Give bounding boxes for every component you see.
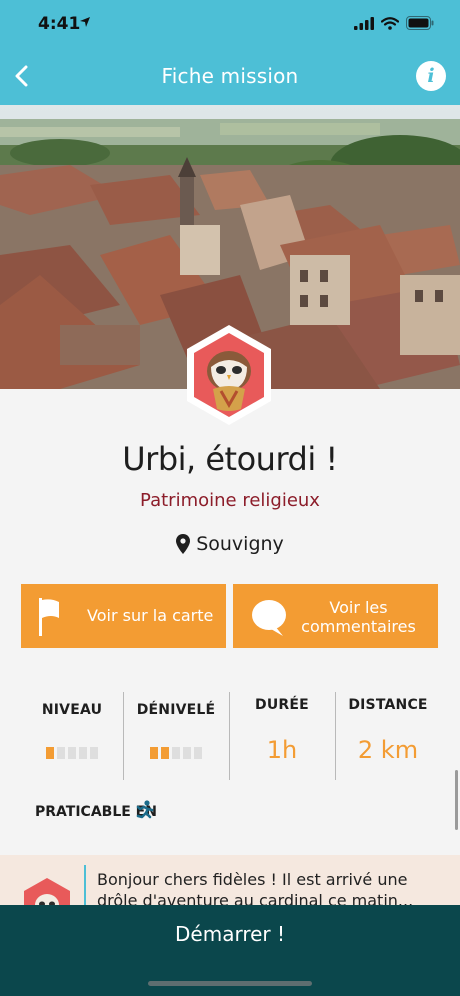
rating-dot-empty bbox=[172, 747, 180, 759]
nav-bar: Fiche mission i bbox=[0, 50, 460, 105]
message-card: Bonjour chers fidèles ! Il est arrivé un… bbox=[0, 855, 460, 905]
stat-elevation: DÉNIVELÉ bbox=[126, 690, 226, 782]
stats-panel: NIVEAU DÉNIVELÉ DURÉE 1h DISTANCE 2 km bbox=[22, 690, 440, 782]
owl-avatar-icon bbox=[24, 878, 70, 905]
stat-distance: DISTANCE 2 km bbox=[336, 690, 440, 782]
scrollbar[interactable] bbox=[455, 770, 458, 830]
wifi-icon bbox=[381, 16, 399, 30]
rating-dot-empty bbox=[194, 747, 202, 759]
mission-category: Patrimoine religieux bbox=[140, 490, 320, 511]
stat-duration-label: DURÉE bbox=[255, 697, 309, 713]
status-bar: 4:41 bbox=[0, 0, 460, 50]
battery-icon bbox=[406, 16, 434, 30]
view-comments-button[interactable]: Voir les commentaires bbox=[233, 584, 438, 648]
rating-dot-empty bbox=[68, 747, 76, 759]
info-button[interactable]: i bbox=[416, 61, 446, 91]
flag-icon bbox=[39, 598, 59, 636]
message-accent-line bbox=[84, 865, 86, 905]
running-person-icon bbox=[136, 800, 154, 819]
stat-level-label: NIVEAU bbox=[41, 702, 103, 718]
stat-distance-value: 2 km bbox=[357, 736, 419, 764]
map-pin-icon bbox=[176, 534, 191, 554]
stat-level: NIVEAU bbox=[22, 690, 122, 782]
home-indicator bbox=[148, 981, 312, 986]
rating-dot-empty bbox=[183, 747, 191, 759]
stat-distance-label: DISTANCE bbox=[348, 697, 428, 713]
mission-location: Souvigny bbox=[0, 533, 460, 555]
status-time: 4:41 bbox=[38, 14, 81, 34]
mission-title: Urbi, étourdi ! bbox=[122, 440, 338, 478]
view-map-button[interactable]: Voir sur la carte bbox=[21, 584, 226, 648]
elevation-rating bbox=[126, 747, 226, 759]
message-text: Bonjour chers fidèles ! Il est arrivé un… bbox=[97, 870, 414, 905]
page-title: Fiche mission bbox=[161, 64, 299, 88]
rating-dot-filled bbox=[46, 747, 54, 759]
rating-dot-empty bbox=[79, 747, 87, 759]
view-comments-label: Voir les commentaires bbox=[301, 598, 416, 636]
rating-dot-filled bbox=[150, 747, 158, 759]
stat-duration-value: 1h bbox=[266, 736, 298, 764]
start-label: Démarrer ! bbox=[175, 922, 285, 946]
start-button[interactable]: Démarrer ! bbox=[0, 905, 460, 996]
status-indicators bbox=[354, 16, 434, 30]
stat-elevation-label: DÉNIVELÉ bbox=[136, 702, 216, 718]
stat-duration: DURÉE 1h bbox=[230, 690, 334, 782]
owl-icon bbox=[187, 325, 271, 425]
info-icon: i bbox=[427, 65, 435, 87]
rating-dot-filled bbox=[161, 747, 169, 759]
speech-bubble-icon bbox=[252, 600, 286, 636]
view-map-label: Voir sur la carte bbox=[87, 606, 214, 625]
mission-badge bbox=[183, 323, 275, 427]
divider bbox=[123, 692, 124, 780]
location-name: Souvigny bbox=[196, 533, 284, 555]
location-arrow-icon bbox=[80, 17, 90, 27]
rating-dot-empty bbox=[57, 747, 65, 759]
signal-icon bbox=[354, 16, 374, 30]
rating-dot-empty bbox=[90, 747, 98, 759]
level-rating bbox=[22, 747, 122, 759]
